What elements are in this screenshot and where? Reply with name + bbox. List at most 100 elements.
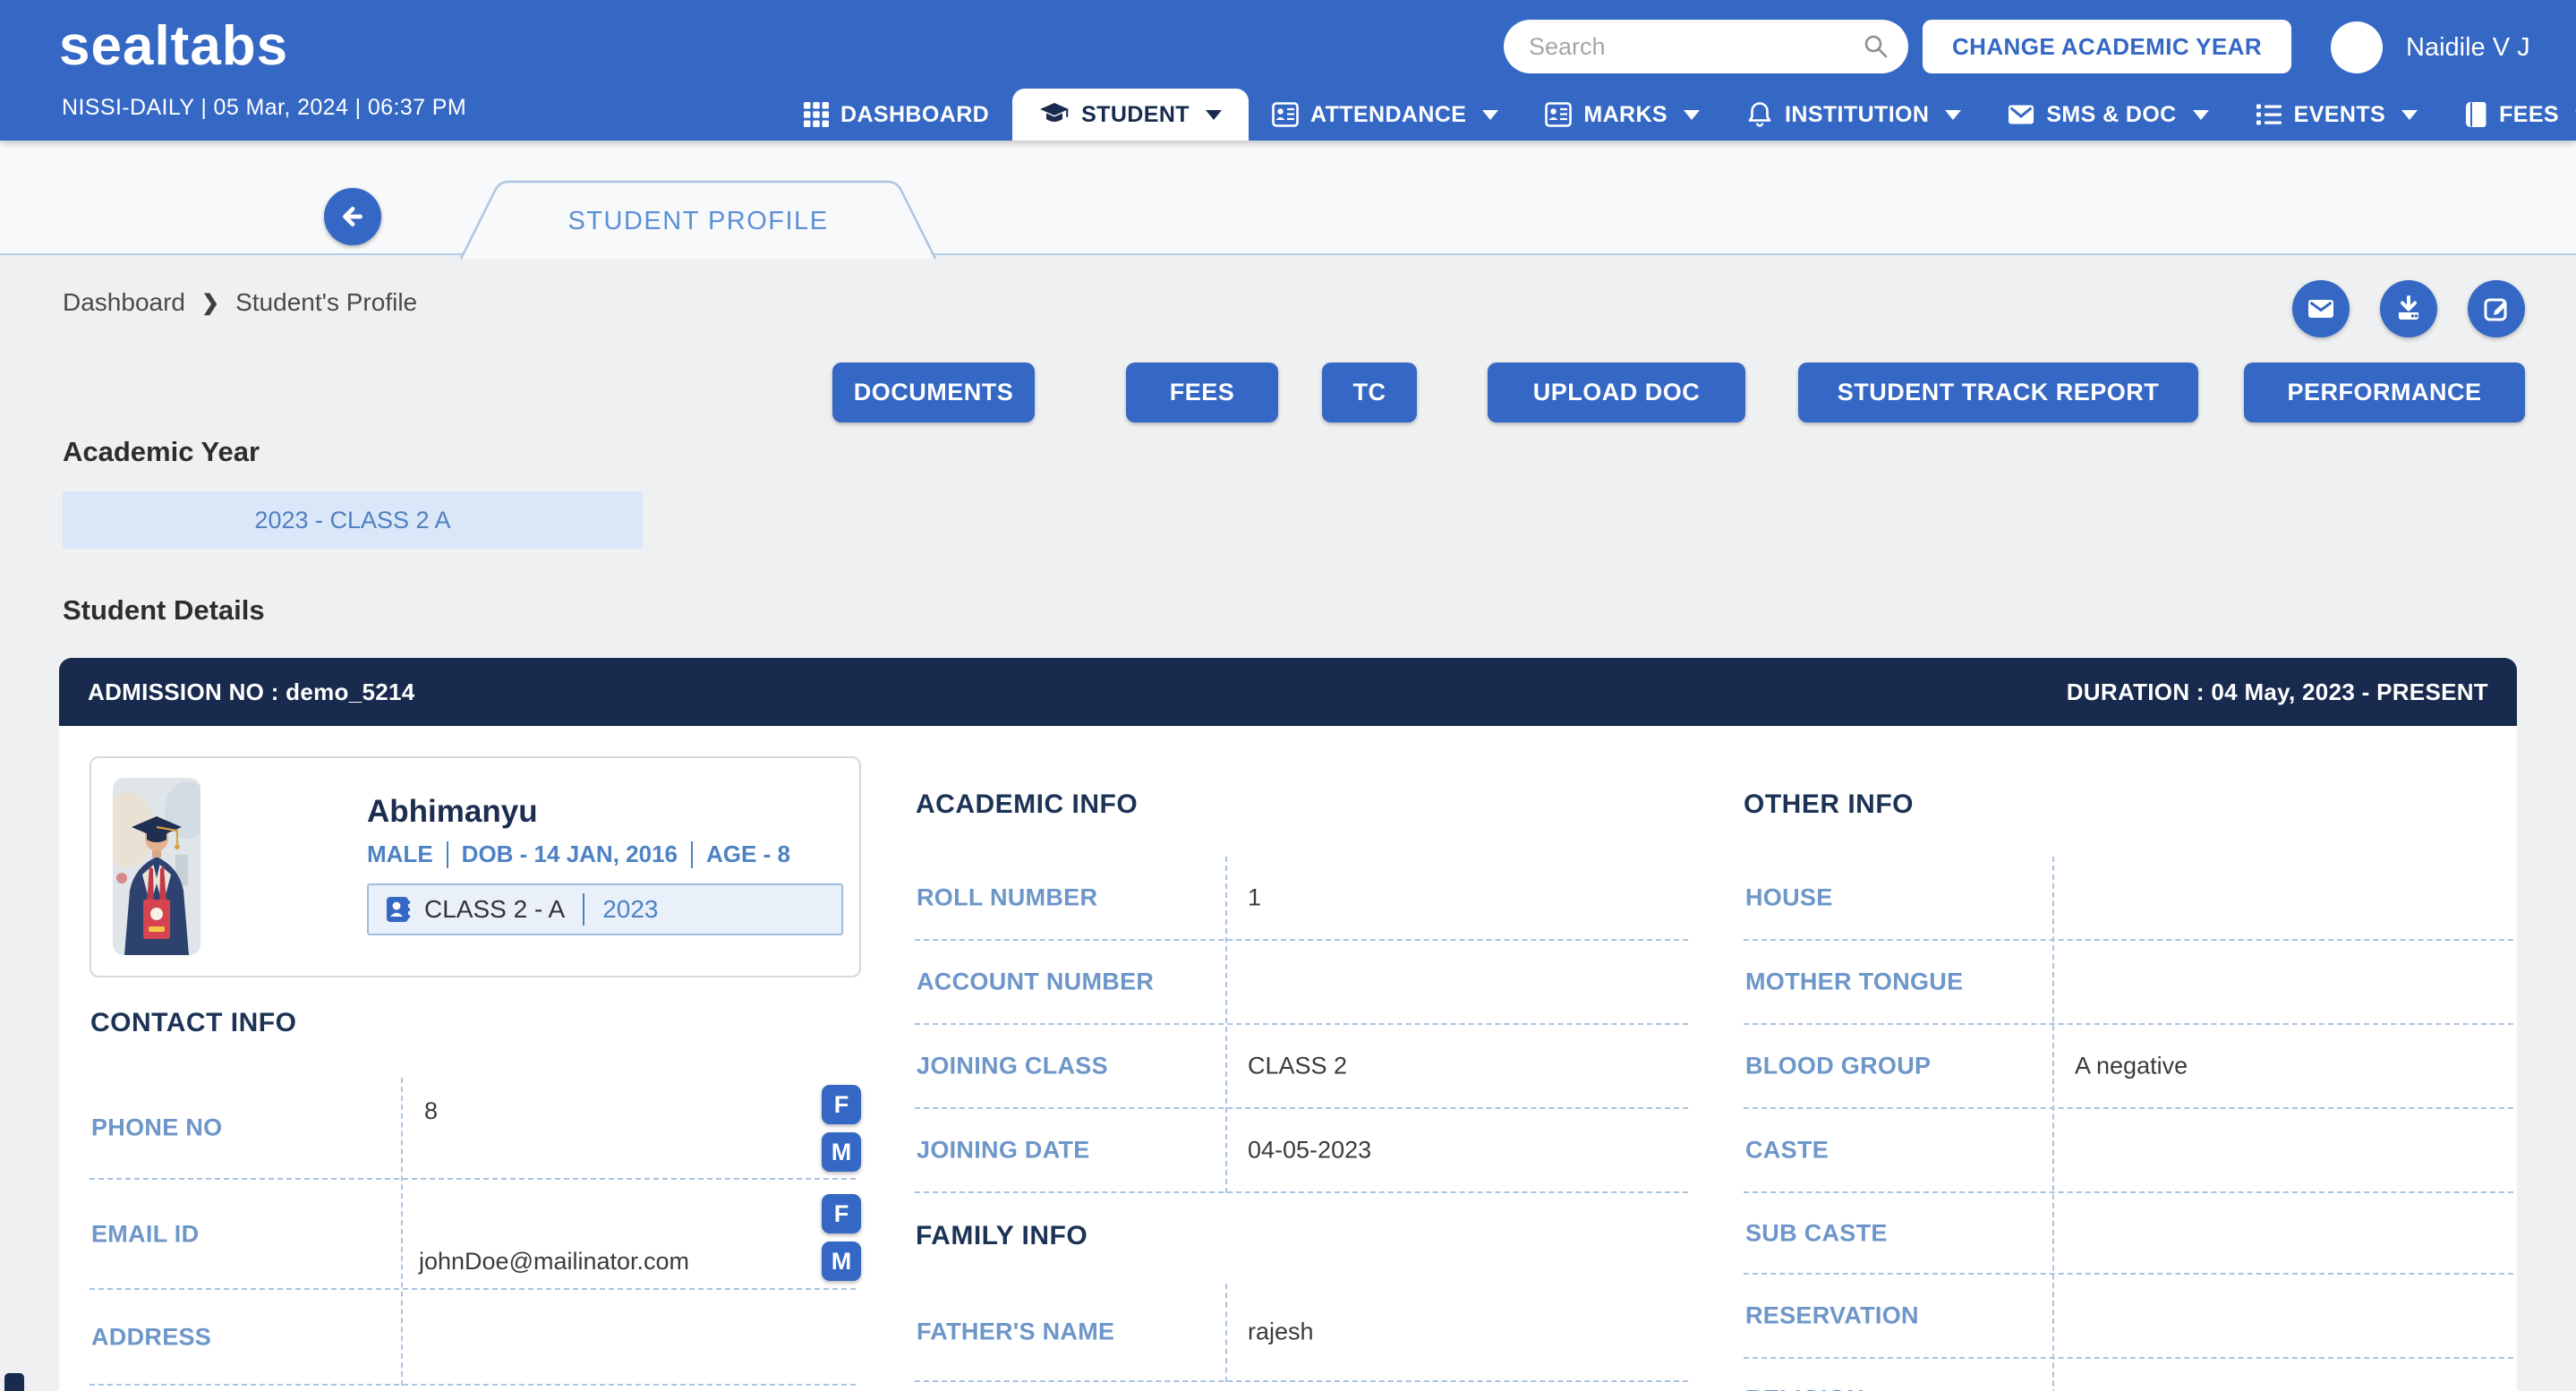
- list-icon: [2256, 102, 2282, 127]
- search-box: [1504, 20, 1908, 73]
- avatar[interactable]: [2331, 21, 2383, 73]
- edit-button[interactable]: [2468, 280, 2525, 337]
- nav-item-sms-doc[interactable]: SMS & DOC: [1984, 89, 2231, 141]
- chevron-down-icon: [1945, 110, 1961, 120]
- table-row-house: HOUSE: [1744, 857, 2513, 941]
- field-label: CASTE: [1745, 1137, 1829, 1165]
- father-mother-badges: F M: [822, 1085, 861, 1172]
- table-row-joining-date: JOINING DATE 04-05-2023: [915, 1109, 1688, 1193]
- app-logo: sealtabs: [59, 14, 288, 78]
- table-row-address: ADDRESS: [90, 1290, 856, 1386]
- change-academic-year-button[interactable]: CHANGE ACADEMIC YEAR: [1923, 20, 2291, 73]
- nav-item-fees[interactable]: FEES: [2441, 89, 2576, 141]
- bell-icon: [1746, 101, 1773, 128]
- id-card-icon: [385, 896, 410, 923]
- nav-label: FEES: [2499, 102, 2559, 128]
- contact-info-table: PHONE NO 8 F M EMAIL ID johnDoe@mailinat…: [90, 1078, 856, 1386]
- field-label: FATHER'S NAME: [917, 1318, 1114, 1346]
- field-label: SUB CASTE: [1745, 1219, 1888, 1247]
- field-value: CLASS 2: [1248, 1053, 1347, 1080]
- main-nav: DASHBOARD STUDENT ATTENDANCE MARKS INSTI…: [780, 89, 2576, 141]
- book-icon: [2464, 101, 2487, 128]
- search-input[interactable]: [1504, 20, 1908, 73]
- nav-item-events[interactable]: EVENTS: [2232, 89, 2441, 141]
- father-badge[interactable]: F: [822, 1085, 861, 1124]
- id-card-icon: [1272, 102, 1299, 127]
- graduation-cap-icon: [1039, 102, 1070, 127]
- table-row-joining-class: JOINING CLASS CLASS 2: [915, 1025, 1688, 1109]
- table-row-email: EMAIL ID johnDoe@mailinator.com F M: [90, 1180, 856, 1290]
- arrow-left-icon: [335, 199, 371, 235]
- nav-label: ATTENDANCE: [1310, 102, 1466, 128]
- nav-label: DASHBOARD: [840, 102, 989, 128]
- field-value: A negative: [2075, 1053, 2188, 1080]
- tc-button[interactable]: TC: [1322, 363, 1417, 422]
- student-photo: [113, 778, 200, 955]
- nav-label: EVENTS: [2294, 102, 2385, 128]
- field-value: rajesh: [1248, 1318, 1314, 1346]
- nav-label: INSTITUTION: [1785, 102, 1929, 128]
- academic-year-heading: Academic Year: [63, 436, 260, 468]
- other-info-heading: OTHER INFO: [1744, 789, 1914, 820]
- nav-item-student[interactable]: STUDENT: [1012, 89, 1249, 141]
- bottom-left-artifact: [4, 1373, 24, 1391]
- table-row-reservation: RESERVATION: [1744, 1275, 2513, 1359]
- field-label: JOINING CLASS: [917, 1053, 1108, 1080]
- nav-item-dashboard[interactable]: DASHBOARD: [780, 89, 1012, 141]
- chevron-down-icon: [1206, 110, 1222, 120]
- class-value: CLASS 2 - A: [424, 895, 565, 924]
- fees-button[interactable]: FEES: [1126, 363, 1278, 422]
- documents-button[interactable]: DOCUMENTS: [832, 363, 1035, 422]
- page: sealtabs NISSI-DAILY | 05 Mar, 2024 | 06…: [0, 0, 2576, 1391]
- breadcrumb-student-profile[interactable]: Student's Profile: [235, 288, 417, 317]
- nav-label: SMS & DOC: [2046, 102, 2176, 128]
- other-info-table: HOUSE MOTHER TONGUE BLOOD GROUP A negati…: [1744, 857, 2513, 1391]
- field-label: RESERVATION: [1745, 1302, 1919, 1330]
- academic-info-table: ROLL NUMBER 1 ACCOUNT NUMBER JOINING CLA…: [915, 857, 1688, 1193]
- field-value: 04-05-2023: [1248, 1137, 1371, 1165]
- field-label: ROLL NUMBER: [917, 884, 1097, 912]
- field-label: MOTHER TONGUE: [1745, 969, 1963, 996]
- id-card-icon: [1545, 102, 1572, 127]
- user-name[interactable]: Naidile V J: [2406, 33, 2530, 63]
- chevron-down-icon: [1684, 110, 1700, 120]
- chevron-down-icon: [2193, 110, 2209, 120]
- nav-item-institution[interactable]: INSTITUTION: [1723, 89, 1984, 141]
- download-button[interactable]: [2380, 280, 2437, 337]
- download-icon: [2390, 290, 2427, 328]
- table-row-mother-tongue: MOTHER TONGUE: [1744, 941, 2513, 1025]
- divider: [691, 841, 693, 868]
- mother-badge[interactable]: M: [822, 1242, 861, 1281]
- field-label: PHONE NO: [91, 1114, 222, 1142]
- search-icon: [1862, 32, 1890, 61]
- admission-no: ADMISSION NO : demo_5214: [88, 678, 415, 706]
- contact-info-heading: CONTACT INFO: [90, 1008, 296, 1038]
- father-badge[interactable]: F: [822, 1194, 861, 1233]
- breadcrumb-dashboard[interactable]: Dashboard: [63, 288, 185, 317]
- admission-duration-bar: ADMISSION NO : demo_5214 DURATION : 04 M…: [59, 658, 2517, 726]
- nav-item-marks[interactable]: MARKS: [1522, 89, 1723, 141]
- back-button[interactable]: [324, 188, 381, 245]
- performance-button[interactable]: PERFORMANCE: [2244, 363, 2525, 422]
- table-row-account-number: ACCOUNT NUMBER: [915, 941, 1688, 1025]
- chevron-down-icon: [2401, 110, 2418, 120]
- tab-label[interactable]: STUDENT PROFILE: [459, 207, 937, 236]
- class-year-chip[interactable]: CLASS 2 - A 2023: [367, 883, 843, 935]
- field-value: 1: [1248, 884, 1261, 912]
- student-track-report-button[interactable]: STUDENT TRACK REPORT: [1798, 363, 2198, 422]
- edit-icon: [2478, 290, 2515, 328]
- chevron-down-icon: [1482, 110, 1498, 120]
- nav-item-attendance[interactable]: ATTENDANCE: [1249, 89, 1522, 141]
- field-label: ADDRESS: [91, 1323, 211, 1351]
- academic-year-chip[interactable]: 2023 - CLASS 2 A: [63, 491, 643, 549]
- student-name: Abhimanyu: [367, 794, 538, 830]
- table-row-phone: PHONE NO 8 F M: [90, 1078, 856, 1180]
- table-row-father-name: FATHER'S NAME rajesh: [915, 1284, 1688, 1382]
- school-date-tagline: NISSI-DAILY | 05 Mar, 2024 | 06:37 PM: [62, 95, 466, 121]
- breadcrumb: Dashboard ❯ Student's Profile: [63, 288, 417, 317]
- tab-student-profile[interactable]: STUDENT PROFILE: [459, 180, 937, 259]
- gender: MALE: [367, 841, 433, 868]
- mail-button[interactable]: [2292, 280, 2350, 337]
- mother-badge[interactable]: M: [822, 1132, 861, 1172]
- upload-doc-button[interactable]: UPLOAD DOC: [1488, 363, 1745, 422]
